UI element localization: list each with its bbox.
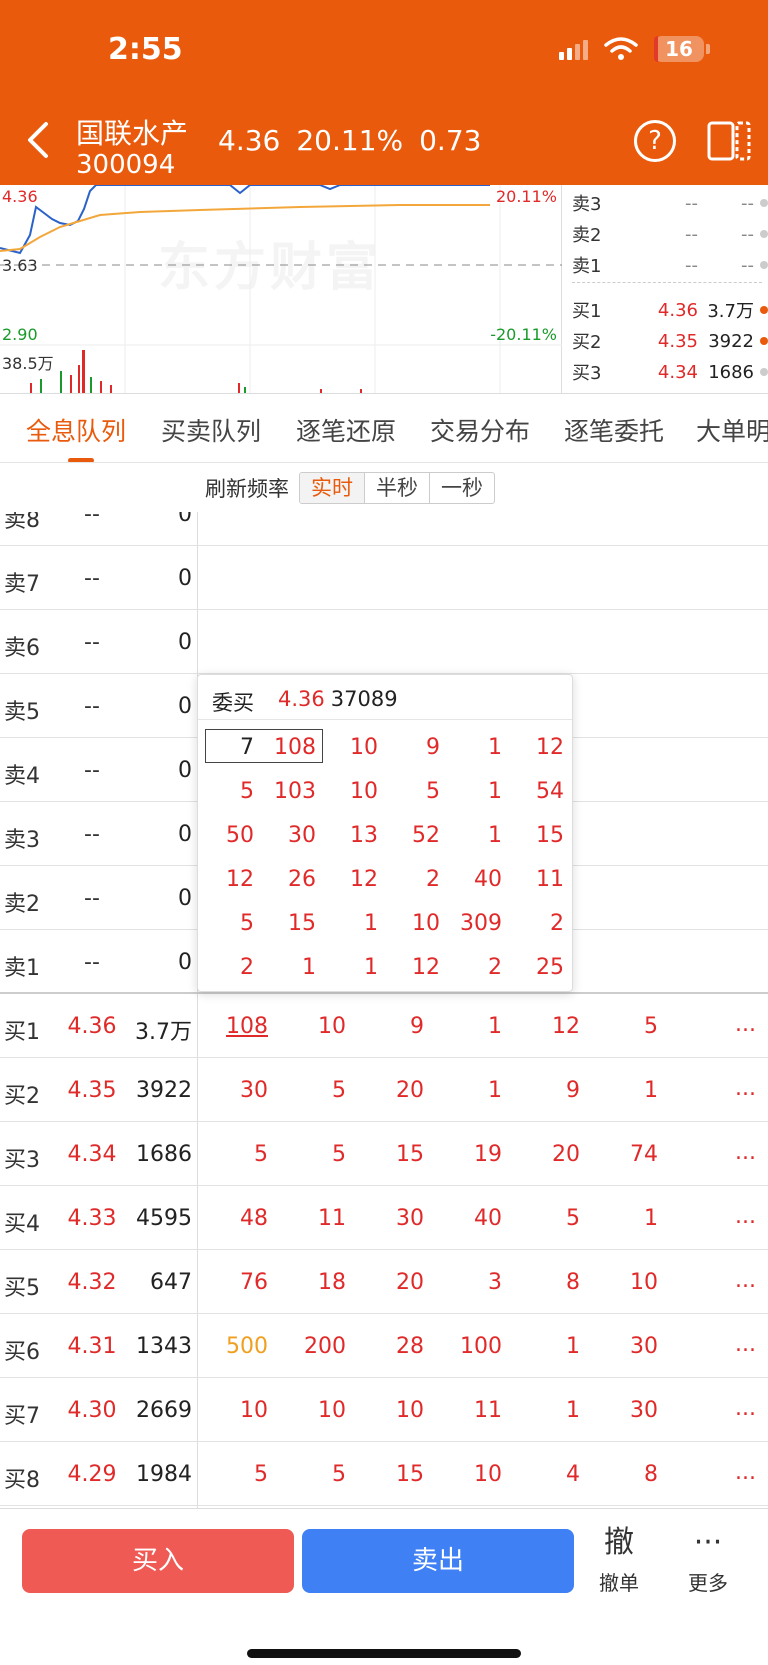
book-row: 卖3 -- --: [572, 188, 768, 218]
order-book: 卖3 -- -- 卖2 -- -- 卖1 -- -- 买1 4.36 3.7万 …: [564, 185, 768, 393]
row-more-button[interactable]: ...: [735, 1076, 756, 1101]
stock-change: 0.73: [419, 124, 482, 157]
book-dot: [760, 337, 768, 345]
price-line: [0, 185, 490, 255]
stock-name: 国联水产: [76, 117, 189, 150]
buy-row[interactable]: 买4 4.33 4595 48 11 30 40 5 1 ...: [0, 1186, 768, 1250]
refresh-frequency: 刷新频率 实时 半秒 一秒: [205, 472, 495, 504]
buy-row[interactable]: 买5 4.32 647 76 18 20 3 8 10 ...: [0, 1250, 768, 1314]
action-bar: 买入 卖出 撤 撤单 ··· 更多: [0, 1508, 768, 1665]
book-row: 买2 4.35 3922: [572, 326, 768, 356]
popup-volume: 37089: [330, 687, 398, 711]
stock-price: 4.36: [218, 124, 281, 157]
tab-tick-orders[interactable]: 逐笔委托: [564, 412, 664, 448]
buy-button[interactable]: 买入: [22, 1529, 294, 1593]
status-time: 2:55: [108, 32, 183, 67]
popup-row: 50 30 13 52 1 15: [226, 823, 564, 848]
buy-row[interactable]: 买2 4.35 3922 30 5 20 1 9 1 ...: [0, 1058, 768, 1122]
queue-tabs: 全息队列 买卖队列 逐笔还原 交易分布 逐笔委托 大单明: [0, 393, 768, 463]
wifi-icon: [604, 37, 638, 60]
buy-row[interactable]: 买7 4.30 2669 10 10 10 11 1 30 ...: [0, 1378, 768, 1442]
buy-row[interactable]: 买1 4.36 3.7万 108 10 9 1 12 5 ...: [0, 994, 768, 1058]
more-label: 更多: [688, 1571, 728, 1595]
more-button[interactable]: ··· 更多: [668, 1525, 748, 1596]
row-more-button[interactable]: ...: [735, 1012, 756, 1037]
stock-change-pct: 20.11%: [296, 124, 404, 157]
row-more-button[interactable]: ...: [735, 1396, 756, 1421]
book-row: 买1 4.36 3.7万: [572, 295, 768, 325]
buy-row[interactable]: 买3 4.34 1686 5 5 15 19 20 74 ...: [0, 1122, 768, 1186]
book-dot: [760, 306, 768, 314]
tab-trade-distribution[interactable]: 交易分布: [430, 412, 530, 448]
stock-quote: 4.36 20.11% 0.73: [218, 124, 481, 157]
help-icon[interactable]: ?: [634, 120, 676, 162]
popup-label: 委买: [212, 691, 254, 715]
popup-price: 4.36: [278, 687, 325, 711]
cancel-order-label: 撤单: [599, 1571, 639, 1595]
queue-list[interactable]: 卖8 -- 0 卖7 -- 0 卖6 -- 0 卖5 -- 0 卖4 -- 0 卖3 -- 0 卖2 --…: [0, 512, 768, 1508]
avg-line: [0, 204, 490, 252]
popup-divider: [198, 719, 572, 720]
cancel-order-icon: 撤: [604, 1525, 634, 1560]
row-more-button[interactable]: ...: [735, 1140, 756, 1165]
cancel-order-button[interactable]: 撤 撤单: [579, 1525, 659, 1596]
active-tab-indicator: [68, 458, 94, 462]
chart-top-pct: 20.11%: [495, 187, 557, 206]
tab-full-queue[interactable]: 全息队列: [26, 412, 126, 448]
sell-row[interactable]: 卖7 -- 0: [0, 546, 768, 610]
book-dot: [760, 230, 768, 238]
refresh-segmented-control: 实时 半秒 一秒: [299, 472, 495, 504]
book-row: 卖2 -- --: [572, 219, 768, 249]
tab-bid-ask-queue[interactable]: 买卖队列: [161, 412, 261, 448]
sell-button[interactable]: 卖出: [302, 1529, 574, 1593]
refresh-one-second-option[interactable]: 一秒: [430, 473, 494, 503]
popup-row: 7 108 10 9 1 12: [240, 735, 564, 760]
chart-top-price: 4.36: [2, 187, 38, 206]
tab-tick-restore[interactable]: 逐笔还原: [296, 412, 396, 448]
stock-code: 300094: [76, 150, 176, 180]
buy-row[interactable]: 买8 4.29 1984 5 5 15 10 4 8 ...: [0, 1442, 768, 1506]
sell-row[interactable]: 卖6 -- 0: [0, 610, 768, 674]
battery-level: 16: [665, 37, 693, 61]
row-more-button[interactable]: ...: [735, 1332, 756, 1357]
book-dot: [760, 199, 768, 207]
popup-row: 5 15 1 10 309 2: [240, 911, 564, 936]
status-icons: 16: [559, 36, 710, 62]
row-more-button[interactable]: ...: [735, 1204, 756, 1229]
panel-switch-icon[interactable]: [706, 118, 752, 164]
book-row: 卖1 -- --: [572, 250, 768, 280]
chart-low-price: 2.90: [2, 325, 38, 344]
book-row: 买3 4.34 1686: [572, 357, 768, 387]
tab-large-orders[interactable]: 大单明: [696, 412, 768, 448]
back-arrow-icon[interactable]: [24, 120, 54, 160]
signal-icon: [559, 38, 588, 60]
book-dot: [760, 368, 768, 376]
home-indicator[interactable]: [247, 1649, 521, 1658]
chart-low-pct: -20.11%: [490, 325, 557, 344]
refresh-realtime-option[interactable]: 实时: [300, 473, 365, 503]
buy-row[interactable]: 买6 4.31 1343 500 200 28 100 1 30 ...: [0, 1314, 768, 1378]
intraday-chart[interactable]: 东方财富 4.36 3.63 2.90 20.11% -20.11% 3: [0, 185, 562, 393]
book-dot: [760, 261, 768, 269]
refresh-label: 刷新频率: [205, 477, 289, 501]
popup-row: 12 26 12 2 40 11: [226, 867, 564, 892]
chart-mid-price: 3.63: [2, 256, 38, 275]
more-icon: ···: [693, 1525, 723, 1560]
top-bar: 2:55 16 国联水产 300094 4.36 20.11% 0.73 ?: [0, 0, 768, 185]
row-more-button[interactable]: ...: [735, 1268, 756, 1293]
popup-row: 5 103 10 5 1 54: [240, 779, 564, 804]
refresh-half-second-option[interactable]: 半秒: [365, 473, 430, 503]
row-more-button[interactable]: ...: [735, 1460, 756, 1485]
battery-icon: 16: [654, 36, 710, 62]
popup-header: 委买 4.36 37089: [212, 687, 398, 717]
intraday-chart-svg: [0, 185, 562, 393]
order-detail-popup[interactable]: 委买 4.36 37089 7 108 10 9 1 12 5 103 10 5 1 54 50 30…: [197, 674, 573, 992]
chart-volume-label: 38.5万: [2, 354, 54, 373]
volume-bars: [30, 350, 362, 393]
popup-row: 2 1 1 12 2 25: [240, 955, 564, 980]
sell-row[interactable]: 卖8 -- 0: [0, 512, 768, 546]
book-divider: [572, 282, 762, 283]
